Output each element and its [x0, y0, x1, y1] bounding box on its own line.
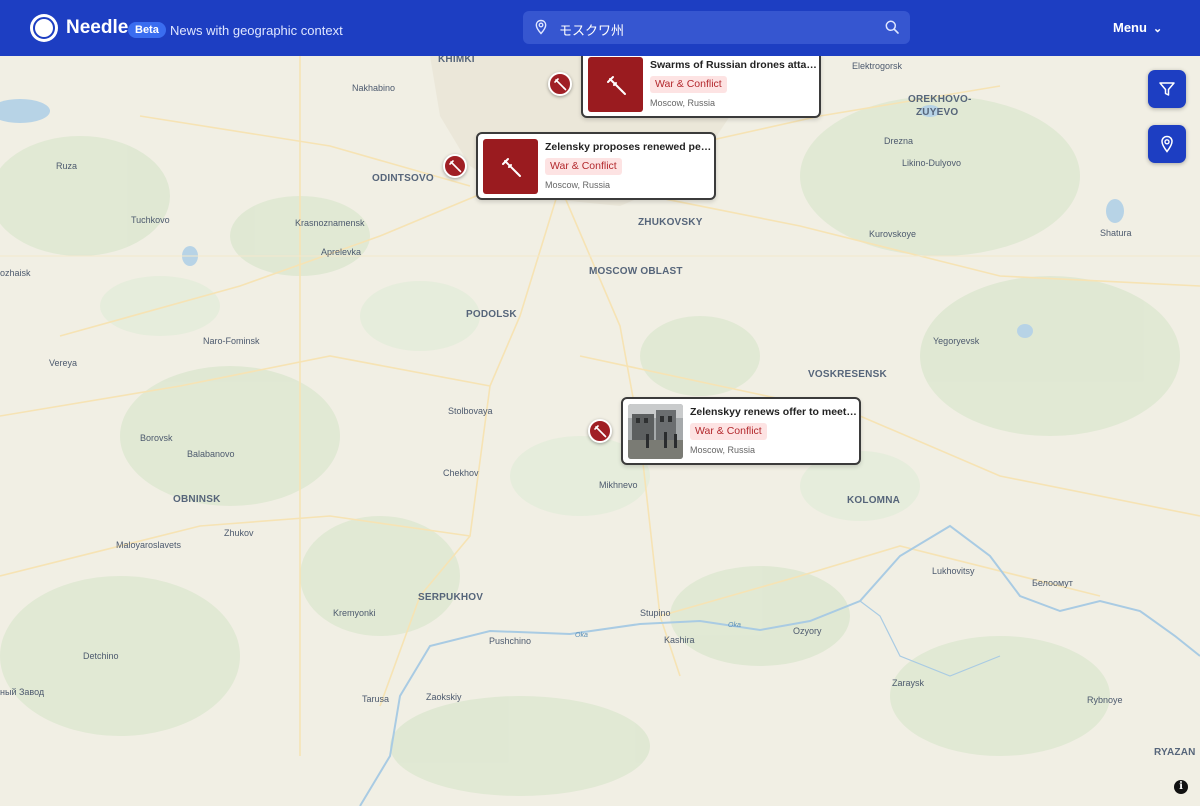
- article-title[interactable]: Zelenskyy renews offer to meet…: [690, 406, 858, 418]
- search-icon[interactable]: [884, 19, 900, 35]
- article-marker[interactable]: [548, 72, 572, 96]
- place-label: OBNINSK: [173, 494, 221, 505]
- place-label: Nakhabino: [352, 83, 396, 93]
- syringe-icon: [607, 76, 626, 95]
- place-label: Kashira: [664, 635, 695, 645]
- place-label: OREKHOVO-: [908, 94, 972, 105]
- menu-label: Menu: [1113, 20, 1147, 35]
- syringe-icon: [502, 158, 521, 177]
- top-bar: Needle Beta News with geographic context…: [0, 0, 1200, 56]
- place-label: Pushchino: [489, 636, 532, 646]
- photo-thumbnail: [628, 404, 683, 459]
- syringe-icon: [594, 425, 607, 438]
- place-label: Likino-Dulyovo: [902, 158, 962, 168]
- place-label: Zhukov: [224, 528, 254, 538]
- place-label: Balabanovo: [187, 449, 235, 459]
- place-label: Tarusa: [362, 694, 390, 704]
- place-label: Stupino: [640, 608, 671, 618]
- place-label: Oka: [575, 632, 588, 639]
- article-card[interactable]: Zelenskyy renews offer to meet… War & Co…: [621, 397, 861, 465]
- info-icon[interactable]: i: [1174, 780, 1188, 794]
- brand-name[interactable]: Needle: [66, 17, 128, 39]
- place-label: PODOLSK: [466, 309, 517, 320]
- place-label: Krasnoznamensk: [295, 218, 365, 228]
- article-marker[interactable]: [588, 419, 612, 443]
- place-label: Vereya: [49, 358, 78, 368]
- filter-icon: [1159, 82, 1175, 96]
- place-label: Zaraysk: [892, 678, 925, 688]
- place-label: Mikhnevo: [599, 480, 638, 490]
- article-thumbnail: [483, 139, 538, 194]
- place-label: Detchino: [83, 651, 119, 661]
- place-label: ozhaisk: [0, 268, 31, 278]
- place-label: Borovsk: [140, 433, 173, 443]
- locate-button[interactable]: [1148, 125, 1186, 163]
- place-label: Shatura: [1100, 228, 1132, 238]
- place-label: Ruza: [56, 161, 78, 171]
- photo-thumbnail: [628, 404, 683, 459]
- place-label: KOLOMNA: [847, 495, 901, 506]
- place-label: Elektrogorsk: [852, 61, 903, 71]
- place-label: Белоомут: [1032, 578, 1073, 588]
- syringe-icon: [449, 160, 462, 173]
- place-label: ZHUKOVSKY: [638, 217, 703, 228]
- place-label: Yegoryevsk: [933, 336, 980, 346]
- search-bar[interactable]: モスクワ州: [523, 11, 910, 44]
- search-input[interactable]: モスクワ州: [559, 20, 624, 39]
- place-label: VOSKRESENSK: [808, 369, 887, 380]
- article-location: Moscow, Russia: [545, 180, 611, 190]
- place-label: Lukhovitsy: [932, 566, 975, 576]
- category-badge: War & Conflict: [545, 158, 622, 175]
- place-label: Maloyaroslavets: [116, 540, 182, 550]
- place-label: Tuchkovo: [131, 215, 170, 225]
- place-label: KHIMKI: [438, 56, 475, 65]
- article-location: Moscow, Russia: [690, 445, 756, 455]
- place-label: Stolbovaya: [448, 406, 493, 416]
- place-label: Chekhov: [443, 468, 479, 478]
- place-label: Rybnoye: [1087, 695, 1123, 705]
- place-label: Aprelevka: [321, 247, 362, 257]
- place-label: ZUYEVO: [916, 107, 959, 118]
- compass-icon[interactable]: [30, 14, 58, 42]
- article-card[interactable]: Swarms of Russian drones atta… War & Con…: [581, 56, 821, 118]
- location-pin-icon: [1161, 135, 1173, 153]
- category-badge: War & Conflict: [690, 423, 767, 440]
- place-label: Drezna: [884, 136, 914, 146]
- article-title[interactable]: Swarms of Russian drones atta…: [650, 59, 818, 71]
- tagline: News with geographic context: [170, 23, 343, 38]
- article-location: Moscow, Russia: [650, 98, 716, 108]
- place-label: ODINTSOVO: [372, 173, 434, 184]
- place-label: SERPUKHOV: [418, 592, 484, 603]
- article-marker[interactable]: [443, 154, 467, 178]
- place-label: Kremyonki: [333, 608, 376, 618]
- menu-button[interactable]: Menu ⌄: [1113, 20, 1162, 35]
- map-canvas[interactable]: KHIMKI Nakhabino Elektrogorsk OREKHOVO- …: [0, 56, 1200, 806]
- chevron-down-icon: ⌄: [1152, 23, 1163, 35]
- place-label: Ozyory: [793, 626, 822, 636]
- filter-button[interactable]: [1148, 70, 1186, 108]
- place-label: Zaokskiy: [426, 692, 462, 702]
- article-card[interactable]: Zelensky proposes renewed pe… War & Conf…: [476, 132, 716, 200]
- article-title[interactable]: Zelensky proposes renewed pe…: [545, 141, 713, 153]
- category-badge: War & Conflict: [650, 76, 727, 93]
- location-pin-icon: [535, 19, 547, 35]
- place-label: Oka: [728, 622, 741, 629]
- syringe-icon: [554, 78, 567, 91]
- beta-badge: Beta: [128, 22, 166, 38]
- place-label: Naro-Fominsk: [203, 336, 260, 346]
- place-label: RYAZAN: [1154, 747, 1196, 758]
- place-label: ный Завод: [0, 687, 45, 697]
- place-label: MOSCOW OBLAST: [589, 266, 683, 277]
- article-thumbnail: [588, 57, 643, 112]
- place-label: Kurovskoye: [869, 229, 917, 239]
